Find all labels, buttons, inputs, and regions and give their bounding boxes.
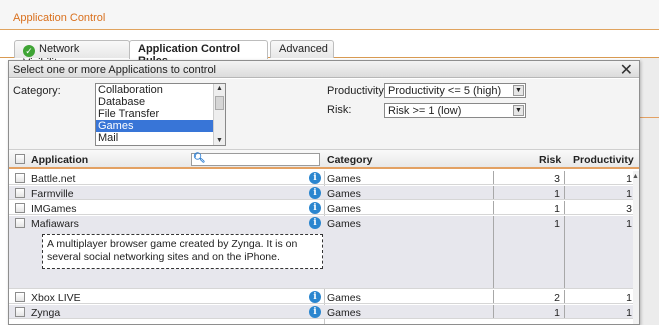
row-checkbox[interactable] (15, 307, 25, 317)
app-risk: 3 (493, 171, 565, 185)
dropdown-arrow-icon[interactable]: ▼ (513, 105, 524, 116)
risk-select[interactable]: Risk >= 1 (low) ▼ (384, 103, 526, 118)
filter-panel: Category: Collaboration Database File Tr… (9, 79, 639, 149)
tab-advanced[interactable]: Advanced (270, 40, 334, 58)
info-icon[interactable]: i (309, 202, 321, 214)
scroll-down-icon[interactable]: ▼ (216, 137, 223, 144)
app-name: Battle.net (31, 173, 76, 185)
search-icon: 🔍︎ (193, 153, 206, 164)
app-name: Farmville (31, 188, 74, 200)
info-icon[interactable]: i (309, 306, 321, 318)
info-icon[interactable]: i (309, 291, 321, 303)
app-category: Games (327, 173, 361, 185)
productivity-select[interactable]: Productivity <= 5 (high) ▼ (384, 83, 526, 98)
app-productivity: 1 (626, 173, 632, 185)
table-row[interactable]: IMGames i Games 1 3 (9, 201, 639, 215)
row-checkbox[interactable] (15, 188, 25, 198)
table-row[interactable]: Battle.net i Games 3 1 (9, 171, 639, 185)
app-name: Xbox LIVE (31, 292, 81, 304)
dialog-title: Select one or more Applications to contr… (13, 64, 217, 76)
app-risk: 1 (493, 216, 565, 288)
search-input[interactable]: 🔍︎ (191, 153, 320, 166)
table-row[interactable]: Farmville i Games 1 1 (9, 186, 639, 200)
background-panel (640, 58, 659, 325)
app-productivity: 3 (626, 203, 632, 215)
info-icon[interactable]: i (309, 187, 321, 199)
app-category: Games (327, 307, 361, 319)
header-risk[interactable]: Risk (539, 154, 561, 166)
app-risk: 1 (493, 201, 565, 215)
app-productivity: 1 (626, 218, 632, 230)
row-checkbox[interactable] (15, 292, 25, 302)
app-name: Mafiawars (31, 218, 79, 230)
app-description-tooltip: A multiplayer browser game created by Zy… (42, 234, 323, 269)
app-productivity: 1 (626, 292, 632, 304)
tab-application-control-rules[interactable]: Application Control Rules (129, 40, 268, 67)
app-title-bar: Application Control (0, 0, 659, 30)
table-row-expanded[interactable]: Mafiawars i Games 1 1 A multiplayer brow… (9, 216, 639, 289)
dialog-header: Select one or more Applications to contr… (9, 61, 639, 80)
row-checkbox[interactable] (15, 218, 25, 228)
category-option[interactable]: File Transfer (96, 108, 213, 120)
app-name: IMGames (31, 203, 77, 215)
category-label: Category: (13, 85, 61, 97)
risk-value: Risk >= 1 (low) (388, 105, 462, 117)
app-risk: 1 (493, 305, 565, 319)
app-name: Zynga (31, 307, 61, 319)
scroll-up-icon[interactable]: ▲ (216, 85, 223, 92)
select-all-checkbox[interactable] (15, 154, 25, 164)
info-icon[interactable]: i (309, 172, 321, 184)
category-option[interactable]: Collaboration (96, 84, 213, 96)
app-productivity: 1 (626, 188, 632, 200)
listbox-scrollbar[interactable]: ▲ ▼ (213, 84, 225, 145)
app-risk: 1 (493, 186, 565, 200)
table-scrollbar[interactable]: ▲ (632, 171, 639, 324)
row-checkbox[interactable] (15, 173, 25, 183)
header-productivity[interactable]: Productivity (573, 154, 634, 166)
category-listbox[interactable]: Collaboration Database File Transfer Gam… (95, 83, 226, 146)
background-divider (640, 117, 659, 118)
close-icon[interactable]: ✕ (620, 61, 633, 80)
check-circle-icon: ✓ (23, 45, 35, 57)
app-category: Games (327, 292, 361, 304)
scroll-thumb[interactable] (215, 96, 224, 110)
productivity-label: Productivity: (327, 85, 387, 97)
table-row[interactable]: Zynga i Games 1 1 (9, 305, 639, 319)
tab-bar: ✓Network Visibility Application Control … (0, 40, 659, 69)
tab-label: Advanced (279, 43, 328, 55)
app-risk: 2 (493, 290, 565, 304)
category-option-selected[interactable]: Games (96, 120, 213, 132)
info-icon[interactable]: i (309, 217, 321, 229)
app-category: Games (327, 203, 361, 215)
productivity-value: Productivity <= 5 (high) (388, 85, 502, 97)
header-application[interactable]: Application (31, 154, 88, 166)
table-row[interactable]: Xbox LIVE i Games 2 1 (9, 290, 639, 304)
app-productivity: 1 (626, 307, 632, 319)
app-category: Games (327, 218, 361, 230)
category-option[interactable]: Database (96, 96, 213, 108)
dropdown-arrow-icon[interactable]: ▼ (513, 85, 524, 96)
app-title: Application Control (13, 12, 106, 24)
risk-label: Risk: (327, 104, 352, 116)
header-category[interactable]: Category (327, 154, 373, 166)
scroll-up-icon[interactable]: ▲ (632, 173, 639, 180)
table-header: Application 🔍︎ Category Risk Productivit… (9, 149, 639, 169)
row-checkbox[interactable] (15, 203, 25, 213)
app-category: Games (327, 188, 361, 200)
application-picker-dialog: Select one or more Applications to contr… (8, 60, 640, 325)
tab-network-visibility[interactable]: ✓Network Visibility (14, 40, 130, 69)
category-option[interactable]: Mail (96, 132, 213, 144)
